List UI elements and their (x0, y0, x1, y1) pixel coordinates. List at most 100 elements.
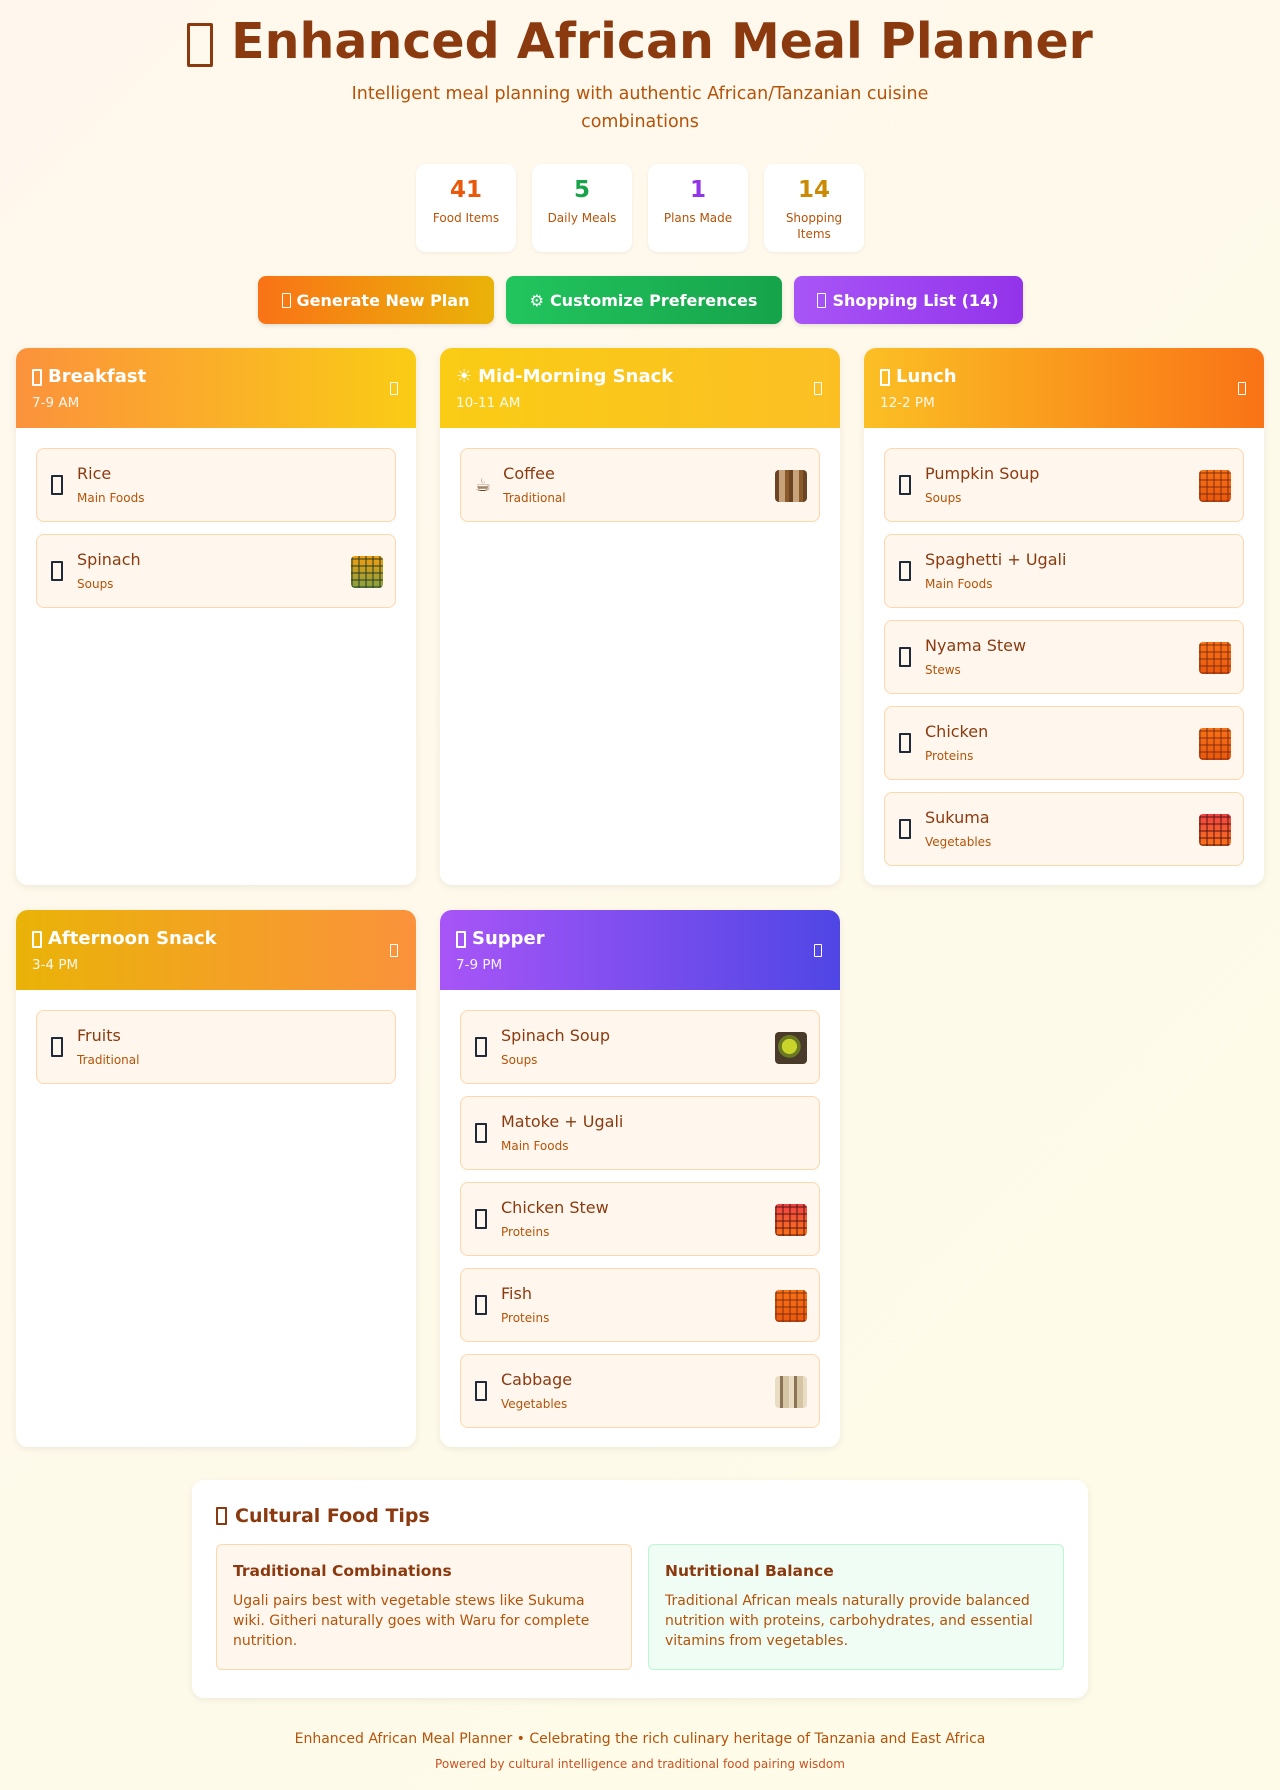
footer-subtext: Powered by cultural intelligence and tra… (435, 1757, 845, 1771)
food-item[interactable]: Chicken Proteins (884, 706, 1244, 780)
food-item[interactable]: Chicken Stew Proteins (460, 1182, 820, 1256)
regenerate-meal-button[interactable] (814, 942, 822, 961)
meal-card-lunch: Lunch 12-2 PM Pumpkin Soup Soups Spaghett… (864, 348, 1264, 885)
meal-items: Pumpkin Soup Soups Spaghetti + Ugali Main … (864, 428, 1264, 866)
refresh-icon (814, 382, 822, 395)
page-title-text: Enhanced African Meal Planner (231, 13, 1093, 70)
food-thumbnail (1199, 470, 1231, 502)
meal-title: Supper (456, 928, 824, 950)
food-name: Sukuma (925, 808, 990, 827)
food-category: Proteins (925, 749, 974, 763)
stat-label: Plans Made (663, 211, 733, 225)
food-item[interactable]: Fish Proteins (460, 1268, 820, 1342)
customize-preferences-label: Customize Preferences (549, 290, 758, 310)
meal-title: Afternoon Snack (32, 928, 400, 950)
regenerate-meal-button[interactable] (390, 380, 398, 399)
refresh-icon (281, 292, 291, 308)
refresh-icon (390, 944, 398, 957)
food-name: Fish (501, 1284, 532, 1303)
food-category: Traditional (503, 491, 566, 505)
regenerate-meal-button[interactable] (1238, 380, 1246, 399)
regenerate-meal-button[interactable] (390, 942, 398, 961)
food-thumbnail (1199, 814, 1231, 846)
food-name: Nyama Stew (925, 636, 1027, 655)
meal-card-afternoon-snack: Afternoon Snack 3-4 PM Fruits Traditional (16, 910, 416, 1447)
stat-shopping-items: 14 Shopping Items (764, 164, 864, 252)
food-name: Spaghetti + Ugali (925, 550, 1067, 569)
meal-title: Lunch (880, 366, 1248, 388)
food-category: Traditional (77, 1053, 140, 1067)
stat-daily-meals: 5 Daily Meals (532, 164, 632, 252)
food-name: Cabbage (501, 1370, 573, 1389)
meal-title-text: Supper (472, 928, 545, 949)
food-item[interactable]: Rice Main Foods (36, 448, 396, 522)
food-name: Pumpkin Soup (925, 464, 1040, 483)
food-thumbnail (351, 556, 383, 588)
customize-preferences-button[interactable]: ⚙ Customize Preferences (505, 276, 782, 324)
stat-food-items: 41 Food Items (416, 164, 516, 252)
food-thumbnail (1199, 728, 1231, 760)
food-item[interactable]: Pumpkin Soup Soups (884, 448, 1244, 522)
food-thumbnail (775, 1032, 807, 1064)
food-category: Vegetables (925, 835, 992, 849)
food-item[interactable]: ☕ Coffee Traditional (460, 448, 820, 522)
meal-card-header: Supper 7-9 PM (440, 910, 840, 990)
lightbulb-icon (216, 1507, 227, 1525)
food-category: Main Foods (501, 1139, 569, 1153)
regenerate-meal-button[interactable] (814, 380, 822, 399)
stat-plans-made: 1 Plans Made (648, 164, 748, 252)
meal-card-header: Lunch 12-2 PM (864, 348, 1264, 428)
stat-label: Food Items (432, 211, 500, 225)
refresh-icon (390, 382, 398, 395)
meal-time: 7-9 AM (32, 395, 80, 411)
tip-card-traditional-combinations: Traditional Combinations Ugali pairs bes… (216, 1544, 632, 1670)
tips-title-text: Cultural Food Tips (235, 1505, 430, 1527)
fruit-icon (51, 1037, 63, 1057)
meal-title-text: Breakfast (48, 366, 147, 387)
soup-icon (475, 1037, 487, 1057)
tip-body: Traditional African meals naturally prov… (665, 1593, 1033, 1649)
meal-title-text: Lunch (896, 366, 957, 387)
food-item[interactable]: Spinach Soup Soups (460, 1010, 820, 1084)
food-category: Vegetables (501, 1397, 568, 1411)
page-footer: Enhanced African Meal Planner • Celebrat… (0, 1730, 1280, 1772)
tip-card-nutritional-balance: Nutritional Balance Traditional African … (648, 1544, 1064, 1670)
snack-icon (32, 930, 42, 948)
food-thumbnail (775, 1376, 807, 1408)
generate-plan-button[interactable]: Generate New Plan (257, 276, 494, 324)
shopping-list-label: Shopping List (14) (832, 290, 999, 310)
spinach-icon (51, 561, 63, 581)
meal-time: 12-2 PM (880, 395, 935, 411)
cabbage-icon (475, 1381, 487, 1401)
pumpkin-icon (899, 475, 911, 495)
chicken-icon (475, 1209, 487, 1229)
lunch-icon (880, 368, 890, 386)
food-name: Coffee (503, 464, 555, 483)
food-item[interactable]: Cabbage Vegetables (460, 1354, 820, 1428)
meal-card-supper: Supper 7-9 PM Spinach Soup Soups Matoke +… (440, 910, 840, 1447)
coffee-icon: ☕ (475, 474, 492, 496)
food-item[interactable]: Spinach Soups (36, 534, 396, 608)
food-name: Chicken (925, 722, 989, 741)
food-category: Soups (925, 491, 962, 505)
meal-title-text: Mid-Morning Snack (478, 366, 674, 387)
rice-icon (51, 475, 63, 495)
meal-items: Rice Main Foods Spinach Soups (16, 428, 416, 608)
food-item[interactable]: Sukuma Vegetables (884, 792, 1244, 866)
page-header: Enhanced African Meal Planner Intelligen… (0, 0, 1280, 136)
stat-label: Shopping Items (785, 211, 843, 241)
action-bar: Generate New Plan ⚙ Customize Preference… (0, 276, 1280, 324)
meal-card-header: Afternoon Snack 3-4 PM (16, 910, 416, 990)
food-item[interactable]: Nyama Stew Stews (884, 620, 1244, 694)
tip-body: Ugali pairs best with vegetable stews li… (233, 1593, 590, 1649)
meal-time: 7-9 PM (456, 957, 503, 973)
refresh-icon (814, 944, 822, 957)
food-item[interactable]: Fruits Traditional (36, 1010, 396, 1084)
shopping-list-button[interactable]: Shopping List (14) (793, 276, 1023, 324)
food-item[interactable]: Matoke + Ugali Main Foods (460, 1096, 820, 1170)
meal-card-mid-morning-snack: ☀ Mid-Morning Snack 10-11 AM ☕ Coffee Tra… (440, 348, 840, 885)
meal-items: ☕ Coffee Traditional (440, 428, 840, 522)
shopping-cart-icon (817, 292, 827, 308)
food-thumbnail (1199, 642, 1231, 674)
food-item[interactable]: Spaghetti + Ugali Main Foods (884, 534, 1244, 608)
